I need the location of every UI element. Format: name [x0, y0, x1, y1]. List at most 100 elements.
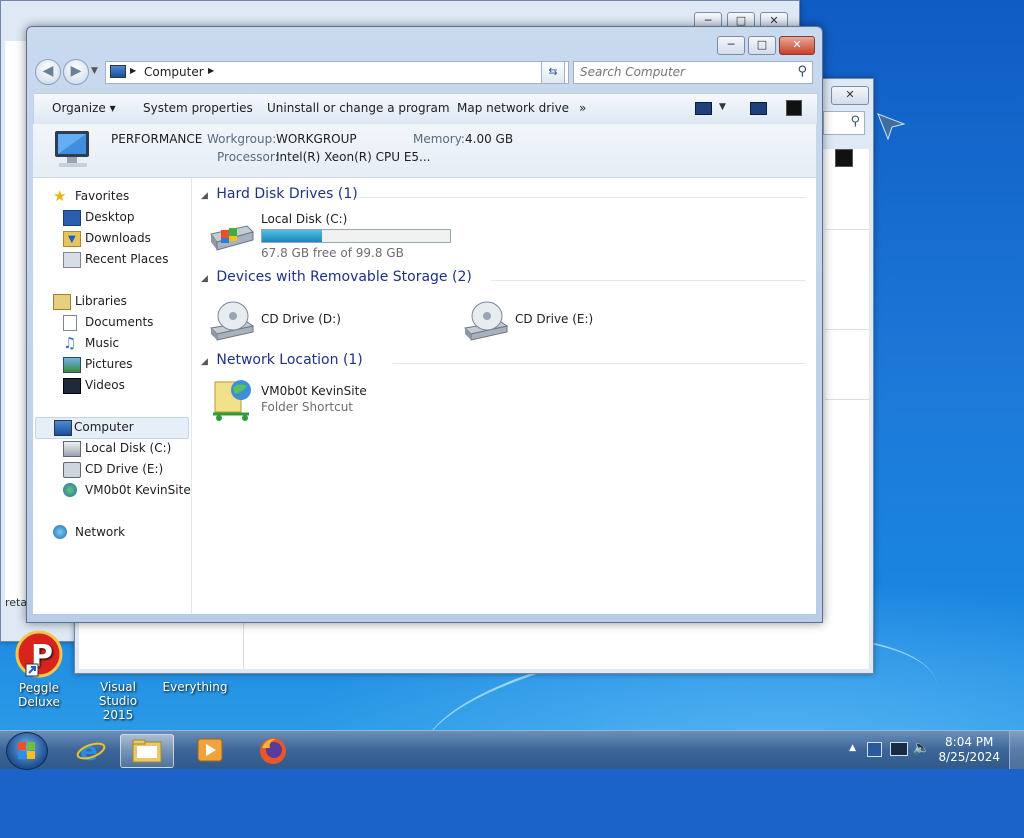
view-options-icon[interactable]: [695, 102, 712, 115]
group-header-removable[interactable]: ◢ Devices with Removable Storage (2): [201, 269, 472, 285]
address-bar[interactable]: ▶ Computer ▶ ▼: [105, 61, 569, 84]
media-player-icon: [197, 738, 223, 762]
cd-drive-large-icon: [463, 301, 509, 341]
network-location-kevinsite[interactable]: VM0b0t KevinSite Folder Shortcut: [207, 378, 447, 428]
forward-button[interactable]: ▶: [63, 59, 89, 85]
refresh-button[interactable]: ⇆: [541, 61, 565, 84]
bg2-view-icon[interactable]: [835, 149, 853, 167]
system-properties-button[interactable]: System properties: [143, 101, 253, 115]
computer-large-icon: [55, 131, 89, 167]
bg2-search-icon: ⚲: [850, 114, 860, 129]
nav-pictures-label: Pictures: [85, 357, 133, 371]
command-bar: Organize ▾ System properties Uninstall o…: [33, 93, 818, 125]
view-dropdown-icon[interactable]: ▼: [719, 102, 726, 112]
memory-label: Memory:: [413, 132, 465, 146]
bg1-partial-text: reta: [5, 596, 28, 609]
hard-drive-icon: [63, 441, 81, 457]
show-hidden-icons-button[interactable]: ▲: [849, 743, 856, 753]
downloads-icon: ▼: [63, 231, 81, 247]
videos-icon: [63, 378, 81, 394]
nav-computer-label: Computer: [74, 420, 134, 434]
recent-pages-dropdown-icon[interactable]: ▼: [91, 66, 98, 76]
taskbar-internet-explorer[interactable]: e: [64, 734, 116, 766]
nav-local-disk-label: Local Disk (C:): [85, 441, 172, 455]
desktop-icon-peggle[interactable]: P Peggle Deluxe: [2, 630, 76, 709]
network-location-type: Folder Shortcut: [261, 400, 354, 414]
hard-drive-large-icon: [210, 225, 254, 251]
collapse-arrow-icon[interactable]: ◢: [201, 274, 208, 284]
help-icon[interactable]: [786, 100, 802, 116]
desktop-icon-everything-label: Everything: [162, 680, 228, 694]
organize-button[interactable]: Organize ▾: [52, 101, 116, 115]
computer-nav-icon: [54, 420, 72, 436]
nav-downloads-label: Downloads: [85, 231, 151, 245]
desktop-icon-visual-studio[interactable]: Visual Studio 2015: [80, 664, 156, 722]
breadcrumb-computer[interactable]: Computer: [144, 65, 204, 79]
drive-local-disk-c[interactable]: Local Disk (C:) 67.8 GB free of 99.8 GB: [207, 212, 507, 264]
nav-cd-drive-label: CD Drive (E:): [85, 462, 164, 476]
clock[interactable]: 8:04 PM 8/25/2024: [938, 735, 1000, 765]
search-input[interactable]: [574, 62, 790, 81]
drive-cd-e[interactable]: CD Drive (E:): [461, 296, 681, 346]
computer-icon: [110, 65, 126, 78]
workgroup-value: WORKGROUP: [276, 132, 357, 146]
taskbar-media-player[interactable]: [184, 734, 236, 766]
show-desktop-button[interactable]: [1009, 731, 1024, 769]
maximize-button[interactable]: □: [748, 36, 776, 55]
libraries-icon: [53, 294, 71, 310]
taskbar-firefox[interactable]: [248, 734, 300, 766]
desktop-icon-peggle-label: Peggle Deluxe: [18, 681, 60, 709]
uninstall-program-button[interactable]: Uninstall or change a program: [267, 101, 450, 115]
group-header-hard-disk[interactable]: ◢ Hard Disk Drives (1): [201, 186, 358, 202]
bg2-search[interactable]: ⚲: [823, 111, 865, 135]
nav-network-share-label: VM0b0t KevinSite: [85, 483, 191, 497]
search-icon[interactable]: ⚲: [797, 64, 807, 79]
taskbar: e ▲ 🔈 8:04 PM 8/25/2024: [0, 730, 1024, 770]
preview-pane-icon[interactable]: [750, 102, 767, 115]
tray-volume-icon[interactable]: 🔈: [913, 740, 930, 756]
group-hard-disk-label: Hard Disk Drives (1): [216, 186, 358, 202]
mouse-cursor-icon: [877, 113, 906, 141]
processor-label: Processor:: [217, 150, 279, 164]
firefox-icon: [260, 738, 286, 764]
group-network-label: Network Location (1): [216, 352, 363, 368]
star-icon: ★: [53, 187, 67, 205]
nav-favorites-label: Favorites: [75, 189, 130, 203]
close-button[interactable]: ✕: [779, 36, 815, 55]
more-commands-button[interactable]: »: [579, 101, 586, 115]
nav-computer[interactable]: Computer: [35, 417, 189, 439]
bg2-row-line-3: [825, 399, 869, 400]
tray-network-icon[interactable]: [890, 742, 908, 756]
breadcrumb-chevron-icon[interactable]: ▶: [208, 66, 214, 75]
start-button[interactable]: [6, 732, 48, 770]
clock-date: 8/25/2024: [938, 750, 1000, 764]
network-location-name: VM0b0t KevinSite: [261, 384, 367, 398]
drive-c-usage-fill: [262, 230, 323, 242]
taskbar-windows-explorer[interactable]: [120, 734, 174, 768]
desktop-icon-everything[interactable]: Everything: [160, 664, 230, 694]
collapse-arrow-icon[interactable]: ◢: [201, 191, 208, 201]
collapse-arrow-icon[interactable]: ◢: [201, 357, 208, 367]
processor-value: Intel(R) Xeon(R) CPU E5...: [276, 150, 431, 164]
drive-c-free-space: 67.8 GB free of 99.8 GB: [261, 246, 404, 260]
map-network-drive-button[interactable]: Map network drive: [457, 101, 569, 115]
bg2-row-line: [825, 229, 869, 230]
group-header-network[interactable]: ◢ Network Location (1): [201, 352, 363, 368]
recent-places-icon: [63, 252, 81, 268]
tray-icon-1[interactable]: [867, 742, 882, 757]
visual-studio-icon: [80, 664, 156, 680]
bg2-close-button[interactable]: ✕: [831, 86, 869, 105]
music-icon: ♫: [63, 334, 77, 352]
breadcrumb-separator-icon[interactable]: ▶: [130, 66, 136, 75]
drive-e-name: CD Drive (E:): [515, 312, 594, 326]
drive-d-name: CD Drive (D:): [261, 312, 341, 326]
drive-cd-d[interactable]: CD Drive (D:): [207, 296, 427, 346]
search-box[interactable]: ⚲: [573, 61, 813, 84]
navigation-pane: ★ Favorites Desktop ▼ Downloads Recent P…: [33, 178, 192, 614]
back-button[interactable]: ◀: [35, 59, 61, 85]
minimize-button[interactable]: ─: [717, 36, 745, 55]
network-icon: [53, 525, 67, 539]
group-hard-disk-divider: [356, 197, 806, 198]
pictures-icon: [63, 357, 81, 373]
explorer-window[interactable]: ─ □ ✕ ◀ ▶ ▼ ▶ Computer ▶ ▼ ⇆ ⚲ Organize …: [26, 26, 823, 623]
